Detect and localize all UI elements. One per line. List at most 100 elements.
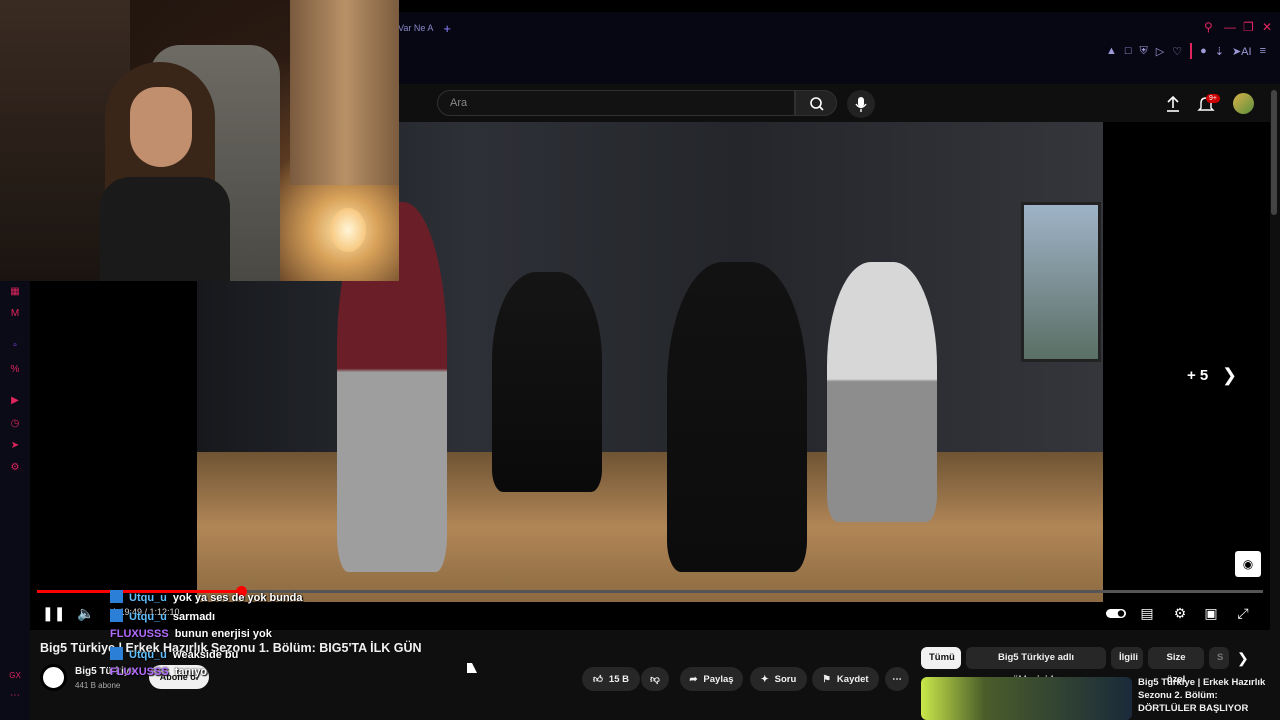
tab-row: Var Ne A + (398, 18, 451, 38)
search-input[interactable]: Ara (437, 90, 795, 116)
chat-badge-icon (110, 590, 123, 603)
sidebar-twitch-icon[interactable]: ▫ (9, 340, 21, 352)
chat-message: Utqu_u yok ya ses de yok bunda (110, 590, 303, 604)
more-actions-button[interactable]: ⋯ (885, 667, 909, 691)
minimize-icon[interactable]: — (1224, 20, 1236, 34)
like-button[interactable]: 👍︎ 15 B (582, 667, 640, 691)
chat-message: FLUXUSSS bunun enerjisi yok (110, 628, 272, 640)
sidebar-gx-icon[interactable]: GX (9, 670, 21, 682)
new-tab-button[interactable]: + (443, 21, 451, 36)
thumbs-up-icon: 👍︎ (592, 674, 603, 685)
player-icon[interactable]: ▷ (1156, 45, 1164, 58)
restore-icon[interactable]: ❐ (1243, 20, 1254, 34)
chat-message: Utqu_u sarmadı (110, 609, 215, 623)
tab-partial[interactable]: Var Ne A (398, 23, 433, 33)
chat-message: FLUXUSSS tanıyo (110, 666, 207, 678)
subscriber-count: 441 B abone (75, 681, 121, 690)
recommended-title[interactable]: Big5 Türkiye | Erkek Hazırlık Sezonu 2. … (1138, 676, 1268, 715)
screenshot-icon[interactable]: □ (1125, 45, 1132, 57)
streamer-body (100, 177, 230, 281)
chips-next-chevron-icon[interactable]: ❯ (1237, 650, 1249, 667)
share-label: Paylaş (703, 673, 734, 685)
heart-icon[interactable]: ♡ (1172, 45, 1182, 58)
chat-username: Utqu_u (129, 611, 167, 623)
dancer-black-hoodie (492, 272, 602, 492)
recommended-thumbnail[interactable] (921, 677, 1132, 720)
thumbs-down-icon: 👎︎ (650, 674, 660, 685)
chat-username: Utqu_u (129, 649, 167, 661)
chat-text: sarmadı (172, 611, 216, 623)
sidebar-messenger-icon[interactable]: M (9, 308, 21, 320)
ask-button[interactable]: ✦ Soru (750, 667, 807, 691)
next-video-chevron-icon[interactable]: ❯ (1222, 365, 1237, 386)
chip-partial[interactable]: S (1209, 647, 1229, 669)
sidebar-more-icon[interactable]: ⋯ (9, 690, 21, 702)
like-count: 15 B (608, 673, 629, 685)
chip-for-you[interactable]: Size özel (1148, 647, 1204, 685)
pause-button[interactable]: ❚❚ (42, 603, 65, 623)
bookmark-icon: ⚑ (822, 673, 831, 685)
notification-badge: 9+ (1206, 94, 1220, 103)
mouse-cursor (467, 663, 477, 673)
ai-button[interactable]: ➤AI (1232, 45, 1252, 58)
pin-icon[interactable]: ▲ (1106, 45, 1117, 57)
chat-text: weakside bu (172, 649, 239, 661)
menu-icon[interactable]: ≡ (1260, 45, 1266, 57)
chip-all[interactable]: Tümü (921, 647, 961, 669)
sidebar-play-icon[interactable]: ▶ (9, 395, 21, 407)
chat-username: FLUXUSSS (110, 628, 169, 640)
chip-uploader[interactable]: Big5 Türkiye adlı yükleyiciden (966, 647, 1106, 685)
chip-related[interactable]: İlgili (1111, 647, 1143, 669)
volume-icon[interactable]: 🔈 (76, 603, 96, 623)
dancer-black-outfit (667, 262, 807, 572)
download-icon[interactable]: ⇣ (1215, 45, 1224, 58)
miniplayer-icon[interactable]: ▣ (1201, 603, 1221, 623)
webcam-curtain (290, 0, 399, 185)
sidebar-history-icon[interactable]: ◷ (9, 418, 21, 430)
chat-text: yok ya ses de yok bunda (172, 592, 303, 604)
sidebar-app-icon[interactable]: ▦ (9, 286, 21, 298)
search-icon (810, 97, 824, 111)
streamer-face (130, 87, 192, 167)
channel-avatar[interactable] (40, 664, 67, 691)
fullscreen-icon[interactable]: ⤢ (1233, 603, 1253, 623)
ai-label: AI (1241, 45, 1252, 58)
profile-icon[interactable]: ● (1200, 45, 1207, 57)
webcam-streamer (85, 62, 235, 281)
share-icon: ➦ (689, 673, 698, 685)
sidebar-settings-icon[interactable]: ⚙ (9, 462, 21, 474)
webcam-lamp (330, 208, 366, 252)
settings-icon[interactable]: ⚙ (1170, 603, 1190, 623)
studio-window (1021, 202, 1101, 362)
chat-badge-icon (110, 647, 123, 660)
more-videos-label[interactable]: + 5 (1187, 367, 1208, 384)
browser-toolbar: ▲ □ ⛨ ▷ ♡ ● ⇣ ➤AI ≡ (1106, 43, 1266, 59)
webcam-overlay (0, 0, 399, 281)
subtitles-icon[interactable]: ▤ (1137, 603, 1157, 623)
shield-icon[interactable]: ⛨ (1139, 45, 1147, 58)
save-button[interactable]: ⚑ Kaydet (812, 667, 879, 691)
share-button[interactable]: ➦ Paylaş (680, 667, 743, 691)
microphone-icon (855, 97, 867, 112)
close-icon[interactable]: ✕ (1262, 20, 1272, 34)
search-icon[interactable]: ⚲ (1204, 20, 1213, 34)
search-button[interactable] (795, 90, 837, 116)
autoplay-toggle[interactable] (1105, 603, 1127, 623)
avatar[interactable] (1233, 93, 1254, 114)
dislike-button[interactable]: 👎︎ (641, 667, 669, 691)
save-label: Kaydet (836, 673, 869, 685)
browser-sidebar: ▦ M ▫ % ▶ ◷ ➤ ⚙ GX ⋯ (0, 280, 30, 720)
toolbar-separator (1190, 43, 1193, 59)
upload-icon[interactable] (1163, 94, 1183, 114)
chat-message: Utqu_u weakside bu (110, 647, 238, 661)
chat-username: FLUXUSSS (110, 666, 169, 678)
sidebar-send-icon[interactable]: ➤ (9, 440, 21, 452)
sparkle-icon: ✦ (760, 673, 769, 685)
chat-username: Utqu_u (129, 592, 167, 604)
ask-label: Soru (774, 673, 797, 685)
voice-search-button[interactable] (847, 90, 875, 118)
channel-watermark-icon[interactable]: ◉ (1235, 551, 1261, 577)
sidebar-percent-icon[interactable]: % (9, 364, 21, 376)
chat-badge-icon (110, 609, 123, 622)
page-scrollbar[interactable] (1271, 90, 1277, 215)
